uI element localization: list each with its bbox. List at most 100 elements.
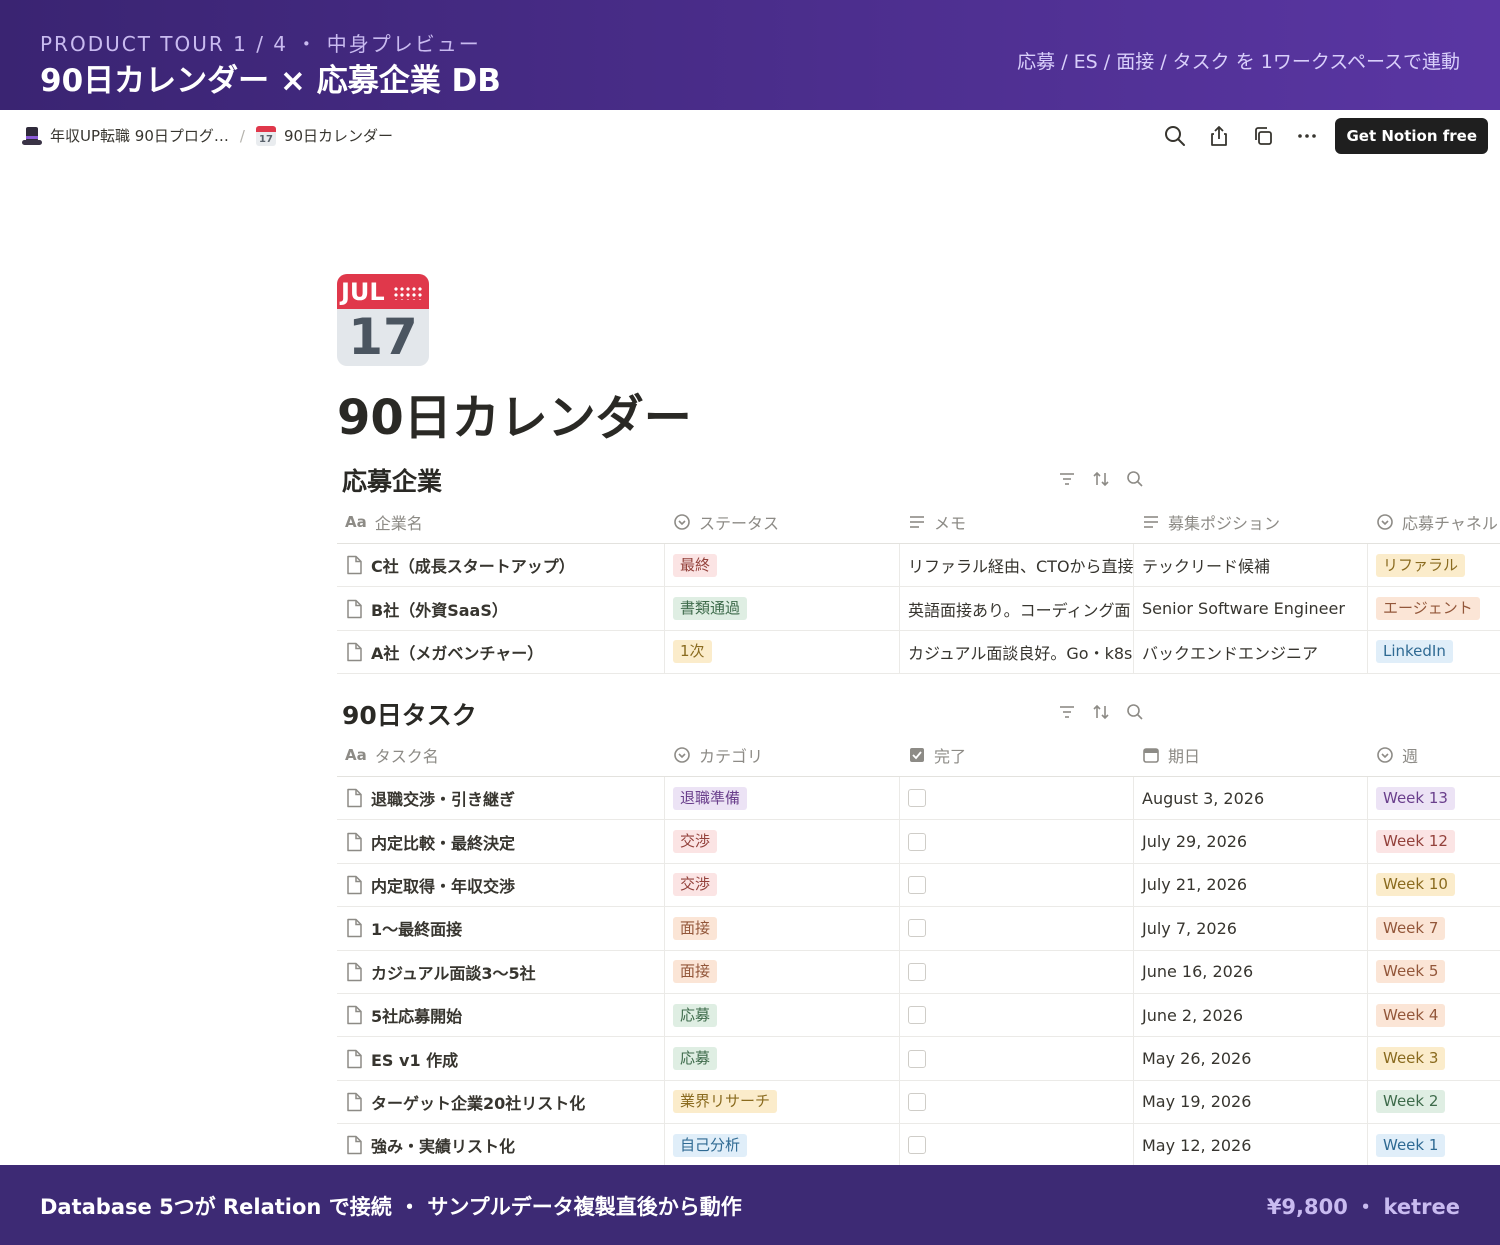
week-cell[interactable]: Week 5 bbox=[1368, 951, 1500, 993]
status-cell[interactable]: 書類通過 bbox=[665, 587, 900, 630]
duplicate-button[interactable] bbox=[1241, 118, 1285, 154]
task-name-cell[interactable]: ターゲット企業20社リスト化 bbox=[337, 1080, 665, 1124]
table-row[interactable]: 1〜最終面接 面接 July 7, 2026 Week 7 bbox=[337, 907, 1500, 951]
category-cell[interactable]: 退職準備 bbox=[665, 777, 900, 820]
done-checkbox[interactable] bbox=[908, 875, 926, 894]
done-checkbox[interactable] bbox=[908, 919, 926, 938]
company-name-cell[interactable]: C社（成長スタートアップ） bbox=[337, 544, 665, 587]
task-name-cell[interactable]: カジュアル面談3〜5社 bbox=[337, 950, 665, 993]
week-cell[interactable]: Week 2 bbox=[1368, 1081, 1500, 1123]
breadcrumb-parent[interactable]: 年収UP転職 90日プログ… bbox=[22, 125, 229, 146]
sort-button[interactable] bbox=[1090, 468, 1112, 490]
column-header-memo[interactable]: メモ bbox=[900, 500, 1134, 543]
week-cell[interactable]: Week 12 bbox=[1368, 820, 1500, 862]
week-cell[interactable]: Week 4 bbox=[1368, 994, 1500, 1036]
due-date-cell[interactable]: June 2, 2026 bbox=[1134, 993, 1368, 1037]
due-date-cell[interactable]: June 16, 2026 bbox=[1134, 950, 1368, 993]
done-cell[interactable] bbox=[900, 950, 1134, 993]
channel-cell[interactable]: LinkedIn bbox=[1368, 631, 1500, 673]
week-cell[interactable]: Week 1 bbox=[1368, 1124, 1500, 1166]
task-name-cell[interactable]: 退職交渉・引き継ぎ bbox=[337, 777, 665, 820]
due-date-cell[interactable]: May 19, 2026 bbox=[1134, 1080, 1368, 1124]
company-name-cell[interactable]: B社（外資SaaS） bbox=[337, 587, 665, 630]
due-date-cell[interactable]: May 26, 2026 bbox=[1134, 1037, 1368, 1080]
position-cell[interactable]: Senior Software Engineer bbox=[1134, 587, 1368, 630]
db-search-button[interactable] bbox=[1124, 701, 1146, 723]
column-header-category[interactable]: カテゴリ bbox=[665, 733, 900, 776]
task-name-cell[interactable]: 5社応募開始 bbox=[337, 993, 665, 1037]
table-row[interactable]: ターゲット企業20社リスト化 業界リサーチ May 19, 2026 Week 2 bbox=[337, 1080, 1500, 1125]
done-cell[interactable] bbox=[900, 1124, 1134, 1167]
done-checkbox[interactable] bbox=[908, 962, 926, 981]
done-checkbox[interactable] bbox=[908, 1049, 926, 1068]
position-cell[interactable]: テックリード候補 bbox=[1134, 544, 1368, 587]
table-row[interactable]: 強み・実績リスト化 自己分析 May 12, 2026 Week 1 bbox=[337, 1124, 1500, 1168]
category-cell[interactable]: 交渉 bbox=[665, 820, 900, 863]
memo-cell[interactable]: カジュアル面談良好。Go・k8s bbox=[900, 630, 1134, 674]
done-cell[interactable] bbox=[900, 863, 1134, 907]
done-cell[interactable] bbox=[900, 907, 1134, 950]
memo-cell[interactable]: 英語面接あり。コーディング面 bbox=[900, 587, 1134, 630]
table-row[interactable]: A社（メガベンチャー） 1次 カジュアル面談良好。Go・k8s バックエンドエンジニア… bbox=[337, 630, 1500, 675]
column-header-company[interactable]: Aa 企業名 bbox=[337, 500, 665, 543]
category-cell[interactable]: 交渉 bbox=[665, 863, 900, 907]
channel-cell[interactable]: エージェント bbox=[1368, 587, 1500, 629]
table-row[interactable]: カジュアル面談3〜5社 面接 June 16, 2026 Week 5 bbox=[337, 950, 1500, 994]
week-cell[interactable]: Week 7 bbox=[1368, 907, 1500, 949]
week-cell[interactable]: Week 3 bbox=[1368, 1037, 1500, 1079]
status-cell[interactable]: 最終 bbox=[665, 544, 900, 587]
position-cell[interactable]: バックエンドエンジニア bbox=[1134, 630, 1368, 674]
done-checkbox[interactable] bbox=[908, 1136, 926, 1155]
sort-button[interactable] bbox=[1090, 701, 1112, 723]
column-header-done[interactable]: 完了 bbox=[900, 733, 1134, 776]
column-header-status[interactable]: ステータス bbox=[665, 500, 900, 543]
category-cell[interactable]: 応募 bbox=[665, 993, 900, 1037]
done-cell[interactable] bbox=[900, 820, 1134, 863]
done-cell[interactable] bbox=[900, 777, 1134, 820]
done-checkbox[interactable] bbox=[908, 789, 926, 808]
due-date-cell[interactable]: July 21, 2026 bbox=[1134, 863, 1368, 907]
table-row[interactable]: C社（成長スタートアップ） 最終 リファラル経由、CTOから直接 テックリード候補 リフ… bbox=[337, 544, 1500, 588]
channel-cell[interactable]: リファラル bbox=[1368, 544, 1500, 586]
page-calendar-icon[interactable]: JUL 17 bbox=[337, 274, 429, 366]
company-name-cell[interactable]: A社（メガベンチャー） bbox=[337, 630, 665, 674]
companies-db-title[interactable]: 応募企業 bbox=[342, 462, 442, 498]
category-cell[interactable]: 自己分析 bbox=[665, 1124, 900, 1167]
status-cell[interactable]: 1次 bbox=[665, 630, 900, 674]
table-row[interactable]: 5社応募開始 応募 June 2, 2026 Week 4 bbox=[337, 993, 1500, 1038]
search-button[interactable] bbox=[1153, 118, 1197, 154]
task-name-cell[interactable]: 強み・実績リスト化 bbox=[337, 1124, 665, 1167]
task-name-cell[interactable]: 内定比較・最終決定 bbox=[337, 820, 665, 863]
category-cell[interactable]: 業界リサーチ bbox=[665, 1080, 900, 1124]
done-checkbox[interactable] bbox=[908, 1006, 926, 1025]
db-search-button[interactable] bbox=[1124, 468, 1146, 490]
due-date-cell[interactable]: July 7, 2026 bbox=[1134, 907, 1368, 950]
column-header-due[interactable]: 期日 bbox=[1134, 733, 1368, 776]
week-cell[interactable]: Week 13 bbox=[1368, 777, 1500, 819]
breadcrumb-current[interactable]: 17 90日カレンダー bbox=[255, 125, 393, 146]
column-header-channel[interactable]: 応募チャネル bbox=[1368, 500, 1500, 543]
done-checkbox[interactable] bbox=[908, 832, 926, 851]
category-cell[interactable]: 面接 bbox=[665, 907, 900, 950]
category-cell[interactable]: 面接 bbox=[665, 950, 900, 993]
done-cell[interactable] bbox=[900, 1037, 1134, 1080]
task-name-cell[interactable]: ES v1 作成 bbox=[337, 1037, 665, 1080]
done-checkbox[interactable] bbox=[908, 1092, 926, 1111]
due-date-cell[interactable]: July 29, 2026 bbox=[1134, 820, 1368, 863]
table-row[interactable]: 内定取得・年収交渉 交渉 July 21, 2026 Week 10 bbox=[337, 863, 1500, 908]
done-cell[interactable] bbox=[900, 993, 1134, 1037]
column-header-task[interactable]: Aa タスク名 bbox=[337, 733, 665, 776]
done-cell[interactable] bbox=[900, 1080, 1134, 1124]
category-cell[interactable]: 応募 bbox=[665, 1037, 900, 1080]
tasks-db-title[interactable]: 90日タスク bbox=[342, 696, 477, 732]
table-row[interactable]: 内定比較・最終決定 交渉 July 29, 2026 Week 12 bbox=[337, 820, 1500, 864]
task-name-cell[interactable]: 内定取得・年収交渉 bbox=[337, 863, 665, 907]
table-row[interactable]: B社（外資SaaS） 書類通過 英語面接あり。コーディング面 Senior Softw… bbox=[337, 587, 1500, 631]
get-notion-free-button[interactable]: Get Notion free bbox=[1335, 118, 1488, 154]
due-date-cell[interactable]: May 12, 2026 bbox=[1134, 1124, 1368, 1167]
column-header-position[interactable]: 募集ポジション bbox=[1134, 500, 1368, 543]
task-name-cell[interactable]: 1〜最終面接 bbox=[337, 907, 665, 950]
filter-button[interactable] bbox=[1056, 701, 1078, 723]
memo-cell[interactable]: リファラル経由、CTOから直接 bbox=[900, 544, 1134, 587]
column-header-week[interactable]: 週 bbox=[1368, 733, 1500, 776]
